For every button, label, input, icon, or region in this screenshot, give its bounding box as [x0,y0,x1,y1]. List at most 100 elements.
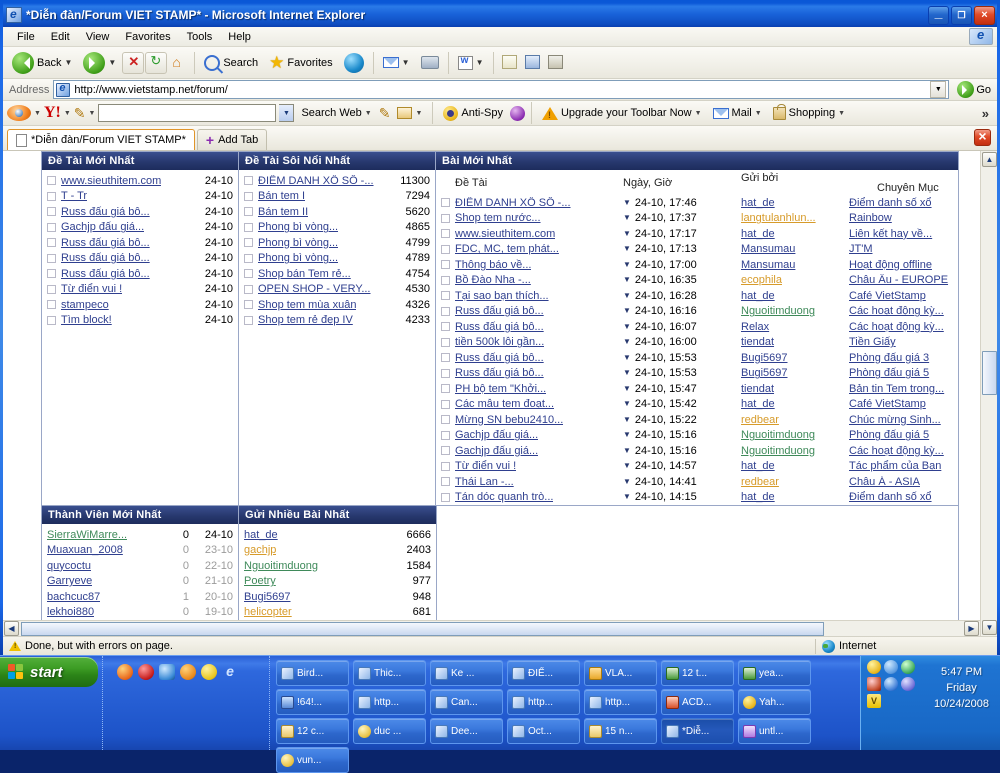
close-button[interactable]: × [974,5,995,25]
post-topic-link[interactable]: Tại sao bạn thích... [455,290,549,302]
post-topic-link[interactable]: Russ đấu giá bô... [455,305,544,317]
topic-link[interactable]: stampeco [61,299,109,311]
post-author-link[interactable]: redbear [741,476,779,488]
table-row[interactable]: FDC, MC, tem phát... ▼ 24-10, 17:13 Mansuma… [436,242,958,258]
list-item[interactable]: stampeco 24-10 [42,297,238,313]
research-button[interactable] [544,52,566,74]
yahoo-mail-button[interactable]: Mail ▼ [709,105,766,121]
menu-item-view[interactable]: View [78,29,118,45]
list-item[interactable]: Tìm block! 24-10 [42,313,238,329]
taskbar-button[interactable]: ĐIỂ... [507,660,580,686]
post-category-link[interactable]: Phòng đấu giá 5 [849,367,929,379]
taskbar-button[interactable]: Ke ... [430,660,503,686]
taskbar-button[interactable]: *Diễ... [661,718,734,744]
post-category-link[interactable]: Phòng đấu giá 5 [849,429,929,441]
taskbar-button[interactable]: Thic... [353,660,426,686]
goto-post-icon[interactable]: ▼ [623,198,631,207]
yahoo-mailbox-button[interactable]: ▼ [393,105,426,121]
post-topic-link[interactable]: Russ đấu giá bô... [455,367,544,379]
security-zone-cell[interactable]: Internet [816,638,981,655]
taskbar-button[interactable]: VLA... [584,660,657,686]
post-author-link[interactable]: Bugi5697 [741,367,788,379]
post-author-link[interactable]: redbear [741,414,779,426]
add-tab-button[interactable]: + Add Tab [196,129,268,150]
address-input[interactable]: http://www.vietstamp.net/forum/ ▼ [53,80,950,99]
topic-link[interactable]: Russ đấu giá bô... [61,237,150,249]
yahoo-search-dropdown-icon[interactable]: ▼ [279,104,295,122]
post-author-link[interactable]: Mansumau [741,243,795,255]
yahoo-dropdown-icon[interactable]: ▼ [64,110,71,117]
close-tab-button[interactable] [974,128,991,146]
list-item[interactable]: ĐIỂM DANH XỔ SỐ -... 11300 [239,173,435,189]
taskbar-button[interactable]: duc ... [353,718,426,744]
post-category-link[interactable]: Rainbow [849,212,892,224]
post-author-link[interactable]: hat_de [741,491,775,503]
list-item[interactable]: Shop bán Tem rẻ... 4754 [239,266,435,282]
post-category-link[interactable]: Điểm danh số xổ [849,197,932,209]
upgrade-toolbar-button[interactable]: Upgrade your Toolbar Now ▼ [538,105,706,122]
scroll-left-button[interactable]: ◀ [4,621,19,636]
goto-post-icon[interactable]: ▼ [623,276,631,284]
post-category-link[interactable]: JT'M [849,243,872,255]
vertical-scroll-thumb[interactable] [982,351,997,395]
taskbar-button[interactable]: Dee... [430,718,503,744]
table-row[interactable]: Tại sao bạn thích... ▼ 24-10, 16:28 hat_de C… [436,288,958,304]
goto-post-icon[interactable]: ▼ [623,493,631,501]
list-item[interactable]: Shop tem mùa xuân 4326 [239,297,435,313]
post-author-link[interactable]: hat_de [741,197,775,209]
goto-post-icon[interactable]: ▼ [623,384,631,393]
post-topic-link[interactable]: FDC, MC, tem phát... [455,243,559,255]
topic-link[interactable]: Từ điển vui ! [61,283,122,295]
warning-icon[interactable] [9,641,21,651]
goto-post-icon[interactable]: ▼ [623,260,631,269]
taskbar-button[interactable]: Can... [430,689,503,715]
poster-link[interactable]: helicopter [244,606,292,618]
table-row[interactable]: Mừng SN bebu2410... ▼ 24-10, 15:22 redbear C… [436,412,958,428]
poster-link[interactable]: hat_de [244,529,278,541]
member-link[interactable]: bachcuc87 [47,591,100,603]
post-author-link[interactable]: langtulanhlun... [741,212,816,224]
post-category-link[interactable]: Châu Á - ASIA [849,476,920,488]
anti-spy-button[interactable]: Anti-Spy [439,104,507,123]
horizontal-scrollbar[interactable]: ◀ ▶ [3,620,980,636]
table-row[interactable]: PH bộ tem "Khởi... ▼ 24-10, 15:47 tiendat Bả… [436,381,958,397]
refresh-button[interactable]: ↻ [145,51,168,74]
post-topic-link[interactable]: ĐIỂM DANH XỔ SỐ -... [455,197,571,209]
unikey-tray-icon[interactable]: V [867,694,881,708]
messenger-button[interactable] [498,52,520,74]
toolbar-overflow-button[interactable]: » [982,106,993,121]
topic-link[interactable]: Shop tem mùa xuân [258,299,356,311]
list-item[interactable]: Muaxuan_2008 0 23-10 [42,543,238,559]
go-button[interactable]: Go [953,80,995,99]
list-item[interactable]: Russ đấu giá bô... 24-10 [42,204,238,220]
post-topic-link[interactable]: Russ đấu giá bô... [455,321,544,333]
shopping-dropdown-icon[interactable]: ▼ [838,110,845,117]
table-row[interactable]: Russ đấu giá bô... ▼ 24-10, 15:53 Bugi5697 P… [436,366,958,382]
topic-link[interactable]: Russ đấu giá bô... [61,268,150,280]
post-author-link[interactable]: Mansumau [741,259,795,271]
post-category-link[interactable]: Liên kết hay về... [849,228,932,240]
list-item[interactable]: Bán tem I 7294 [239,189,435,205]
poster-link[interactable]: gachjp [244,544,276,556]
highlighter-icon[interactable]: ✎ [379,105,391,122]
goto-post-icon[interactable]: ▼ [623,400,631,408]
list-item[interactable]: T - Tr 24-10 [42,189,238,205]
member-link[interactable]: SierraWiMarre... [47,529,127,541]
member-link[interactable]: quycoctu [47,560,91,572]
post-author-link[interactable]: Relax [741,321,769,333]
list-item[interactable]: helicopter 681 [239,605,436,621]
topic-link[interactable]: Shop bán Tem rẻ... [258,268,351,280]
list-item[interactable]: Russ đấu giá bô... 24-10 [42,251,238,267]
taskbar-button[interactable]: yea... [738,660,811,686]
list-item[interactable]: OPEN SHOP - VERY... 4530 [239,282,435,298]
list-item[interactable]: Shop tem rẻ đẹp IV 4233 [239,313,435,329]
menu-item-edit[interactable]: Edit [43,29,78,45]
post-topic-link[interactable]: Shop tem nước... [455,212,541,224]
post-topic-link[interactable]: tiền 500k lỗi gần... [455,336,544,348]
taskbar-button[interactable]: Yah... [738,689,811,715]
post-topic-link[interactable]: Russ đấu giá bô... [455,352,544,364]
topic-link[interactable]: OPEN SHOP - VERY... [258,283,371,295]
list-item[interactable]: quycoctu 0 22-10 [42,558,238,574]
print-button[interactable] [416,53,444,72]
menu-item-help[interactable]: Help [220,29,259,45]
